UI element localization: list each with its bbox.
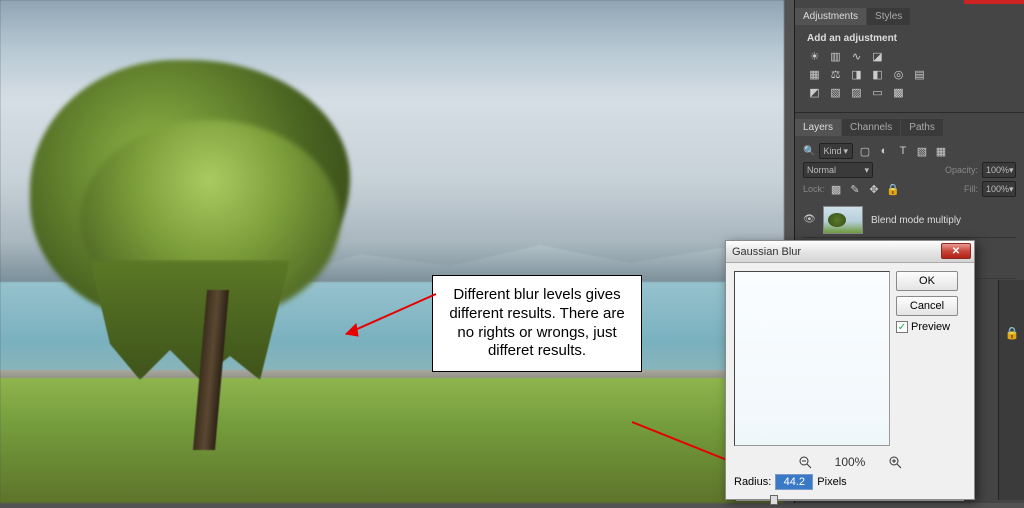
zoom-out-button[interactable]: [797, 454, 813, 470]
filter-smart-icon[interactable]: ▦: [933, 145, 948, 158]
opacity-label: Opacity:: [945, 165, 978, 175]
radius-slider[interactable]: [736, 494, 964, 508]
hue-sat-icon[interactable]: ⚖: [828, 68, 843, 81]
rail-lock-icon[interactable]: 🔒: [999, 320, 1024, 346]
slider-thumb-icon[interactable]: [770, 495, 778, 505]
photo-filter-icon[interactable]: ◎: [891, 68, 906, 81]
levels-icon[interactable]: ▥: [828, 50, 843, 63]
annotation-arrow-left: [336, 284, 446, 344]
radius-label: Radius:: [734, 476, 771, 488]
opacity-value[interactable]: 100%▾: [982, 162, 1016, 178]
close-icon: ✕: [952, 246, 960, 257]
fill-label: Fill:: [964, 184, 978, 194]
threshold-icon[interactable]: ▨: [849, 86, 864, 99]
lock-pixels-icon[interactable]: ✎: [848, 183, 863, 196]
close-button[interactable]: ✕: [941, 243, 971, 259]
accent-bar: [964, 0, 1024, 4]
radius-input[interactable]: 44.2: [775, 474, 813, 490]
filter-shape-icon[interactable]: ▧: [914, 145, 929, 158]
lock-position-icon[interactable]: ✥: [867, 183, 882, 196]
bw-icon[interactable]: ◧: [870, 68, 885, 81]
adjustments-body: Add an adjustment ☀ ▥ ∿ ◪ ▦ ⚖ ◨ ◧ ◎ ▤ ◩ …: [795, 25, 1024, 110]
filter-adjust-icon[interactable]: ◐: [876, 145, 891, 158]
layers-tabs: Layers Channels Paths: [795, 119, 1024, 136]
filter-pixel-icon[interactable]: ▢: [857, 145, 872, 158]
curves-icon[interactable]: ∿: [849, 50, 864, 63]
tree-shape: [20, 60, 370, 420]
adjustments-tabs: Adjustments Styles: [795, 8, 1024, 25]
brightness-contrast-icon[interactable]: ☀: [807, 50, 822, 63]
radius-unit: Pixels: [817, 476, 846, 488]
selective-color-icon[interactable]: ▩: [891, 86, 906, 99]
gradient-map-icon[interactable]: ▭: [870, 86, 885, 99]
channel-mixer-icon[interactable]: ▤: [912, 68, 927, 81]
lock-all-icon[interactable]: 🔒: [886, 183, 901, 196]
zoom-out-icon: [798, 455, 812, 469]
tab-channels[interactable]: Channels: [842, 119, 900, 136]
gaussian-blur-dialog: Gaussian Blur ✕ OK Cancel ✓ Preview 100%…: [725, 240, 975, 500]
exposure-icon[interactable]: ◪: [870, 50, 885, 63]
zoom-percent: 100%: [835, 455, 866, 469]
zoom-in-icon: [888, 455, 902, 469]
preview-label: Preview: [911, 321, 950, 333]
blur-preview[interactable]: [734, 271, 890, 446]
cancel-button[interactable]: Cancel: [896, 296, 958, 316]
dialog-titlebar[interactable]: Gaussian Blur ✕: [726, 241, 974, 263]
annotation-text: Different blur levels gives different re…: [449, 286, 624, 359]
tab-layers[interactable]: Layers: [795, 119, 841, 136]
zoom-in-button[interactable]: [887, 454, 903, 470]
ok-button[interactable]: OK: [896, 271, 958, 291]
layer-name-text: Blend mode multiply: [871, 215, 961, 226]
lock-transparency-icon[interactable]: ▩: [829, 183, 844, 196]
collapsed-panel-rail: 🔒: [998, 280, 1024, 500]
annotation-callout: Different blur levels gives different re…: [432, 275, 642, 372]
filter-type-icon[interactable]: T: [895, 145, 910, 158]
dialog-title: Gaussian Blur: [732, 246, 801, 258]
layer-row-1[interactable]: 👁 Blend mode multiply: [803, 203, 1016, 238]
fill-value[interactable]: 100%▾: [982, 181, 1016, 197]
posterize-icon[interactable]: ▧: [828, 86, 843, 99]
tab-paths[interactable]: Paths: [901, 119, 943, 136]
color-balance-icon[interactable]: ◨: [849, 68, 864, 81]
vibrance-icon[interactable]: ▦: [807, 68, 822, 81]
adjustments-title: Add an adjustment: [807, 33, 1014, 44]
visibility-eye-icon[interactable]: 👁: [803, 214, 815, 226]
blend-mode-select[interactable]: Normal▾: [803, 162, 873, 178]
lock-label: Lock:: [803, 184, 825, 194]
tab-adjustments[interactable]: Adjustments: [795, 8, 866, 25]
layer-thumbnail[interactable]: [823, 206, 863, 234]
tab-styles[interactable]: Styles: [867, 8, 910, 25]
layer-filter-kind[interactable]: Kind▾: [819, 143, 853, 159]
preview-checkbox[interactable]: ✓: [896, 321, 908, 333]
invert-icon[interactable]: ◩: [807, 86, 822, 99]
